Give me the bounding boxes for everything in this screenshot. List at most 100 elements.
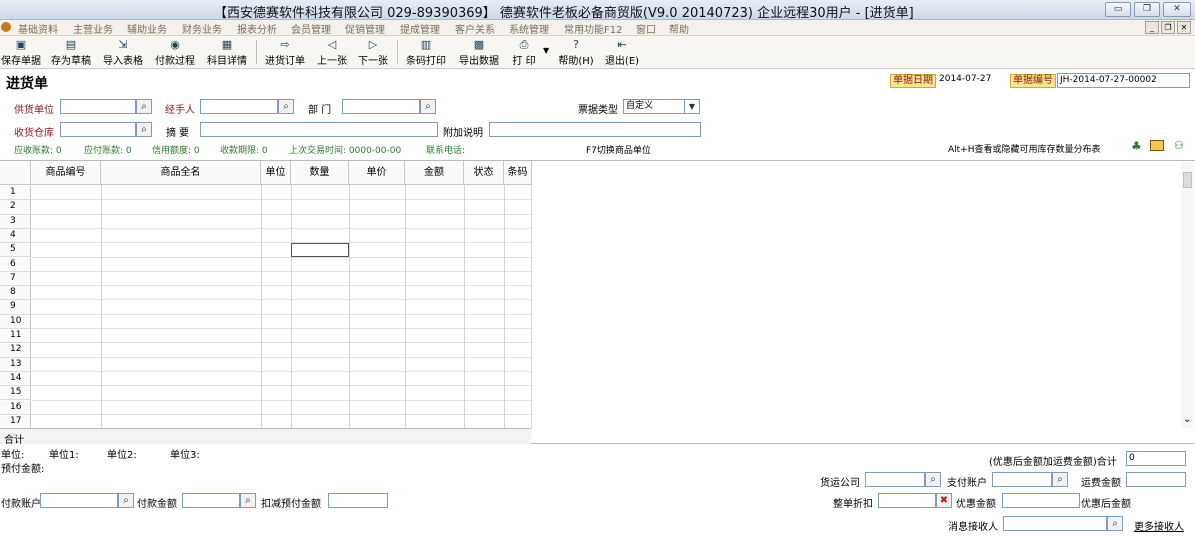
payment-process-button[interactable]: ◉ 付款过程 xyxy=(152,37,198,68)
minimize-button[interactable]: ▭ xyxy=(1105,2,1131,17)
bill-no-label: 单据编号 xyxy=(1010,74,1056,88)
row-number[interactable]: 13 xyxy=(0,357,31,372)
menu-finance[interactable]: 财务业务 xyxy=(182,21,222,36)
purchase-order-button[interactable]: ⇨ 进货订单 xyxy=(262,37,308,68)
row-number[interactable]: 17 xyxy=(0,414,31,430)
menu-aux-business[interactable]: 辅助业务 xyxy=(127,21,167,36)
next-button[interactable]: ▷ 下一张 xyxy=(355,37,391,68)
dept-label: 部 门 xyxy=(308,105,332,116)
vertical-scrollbar[interactable]: ⌄ xyxy=(1181,162,1194,428)
menu-commission[interactable]: 提成管理 xyxy=(400,21,440,36)
row-number[interactable]: 4 xyxy=(0,228,31,244)
menu-window[interactable]: 窗口 xyxy=(636,21,656,36)
bill-no-field[interactable]: JH-2014-07-27-00002 xyxy=(1057,73,1190,88)
invoice-type-label: 票据类型 xyxy=(578,105,618,116)
menu-members[interactable]: 会员管理 xyxy=(291,21,331,36)
payment-amount-input[interactable] xyxy=(182,493,240,508)
summary-input[interactable] xyxy=(200,122,438,137)
close-button[interactable]: ✕ xyxy=(1163,2,1191,17)
active-cell-quantity[interactable] xyxy=(291,243,349,257)
col-unit-price[interactable]: 单价 xyxy=(349,161,405,185)
more-receivers-link[interactable]: 更多接收人 xyxy=(1134,518,1184,533)
menu-main-business[interactable]: 主营业务 xyxy=(73,21,113,36)
mdi-close-button[interactable]: ✕ xyxy=(1177,21,1191,34)
dept-input[interactable] xyxy=(342,99,420,114)
row-number[interactable]: 15 xyxy=(0,386,31,401)
tree-icon[interactable]: ♣ xyxy=(1131,139,1142,153)
mdi-restore-button[interactable]: ❐ xyxy=(1161,21,1175,34)
warehouse-search-icon[interactable]: ⌕ xyxy=(136,122,152,137)
row-number[interactable]: 3 xyxy=(0,214,31,229)
payment-amount-search-icon[interactable]: ⌕ xyxy=(240,493,256,508)
menu-common-functions[interactable]: 常用功能F12 xyxy=(564,21,622,36)
goods-grid[interactable]: 商品编号 商品全名 单位 数量 单价 金额 状态 条码 1 2 3 4 5 6 7 8 9 10 1… xyxy=(0,160,1195,446)
deduct-prepaid-input[interactable] xyxy=(328,493,388,508)
warehouse-input[interactable] xyxy=(60,122,136,137)
row-number[interactable]: 16 xyxy=(0,400,31,415)
scroll-thumb[interactable] xyxy=(1183,172,1192,188)
msg-receiver-input[interactable] xyxy=(1003,516,1107,531)
col-unit[interactable]: 单位 xyxy=(261,161,291,185)
discount-amount-input[interactable] xyxy=(1002,493,1080,508)
exit-button[interactable]: ⇤ 退出(E) xyxy=(602,37,642,68)
shipping-company-input[interactable] xyxy=(865,472,925,487)
handler-search-icon[interactable]: ⌕ xyxy=(278,99,294,114)
export-data-button[interactable]: ▩ 导出数据 xyxy=(456,37,502,68)
discount-total-field[interactable]: 0 xyxy=(1126,451,1186,466)
row-number[interactable]: 9 xyxy=(0,300,31,315)
row-number[interactable]: 1 xyxy=(0,186,31,201)
menu-system[interactable]: 系统管理 xyxy=(509,21,549,36)
chevron-down-icon[interactable]: ▼ xyxy=(684,99,700,114)
col-goods-code[interactable]: 商品编号 xyxy=(31,161,101,185)
shipping-search-icon[interactable]: ⌕ xyxy=(925,472,941,487)
row-number[interactable]: 6 xyxy=(0,257,31,272)
menu-reports[interactable]: 报表分析 xyxy=(237,21,277,36)
people-icon[interactable]: ⚇ xyxy=(1174,139,1184,152)
freight-input[interactable] xyxy=(1126,472,1186,487)
print-button[interactable]: ⎙ 打 印 xyxy=(508,37,540,68)
menu-customer[interactable]: 客户关系 xyxy=(455,21,495,36)
mdi-minimize-button[interactable]: _ xyxy=(1145,21,1159,34)
pay-account-search-icon[interactable]: ⌕ xyxy=(1052,472,1068,487)
pay-account-input[interactable] xyxy=(992,472,1052,487)
help-button[interactable]: ? 帮助(H) xyxy=(556,37,596,68)
restore-button[interactable]: ❐ xyxy=(1134,2,1160,17)
previous-button[interactable]: ◁ 上一张 xyxy=(314,37,350,68)
invoice-type-select[interactable]: 自定义 xyxy=(623,99,685,114)
row-number[interactable]: 14 xyxy=(0,371,31,387)
dept-search-icon[interactable]: ⌕ xyxy=(420,99,436,114)
msg-receiver-search-icon[interactable]: ⌕ xyxy=(1107,516,1123,531)
save-draft-button[interactable]: ▤ 存为草稿 xyxy=(48,37,94,68)
payment-account-search-icon[interactable]: ⌕ xyxy=(118,493,134,508)
save-button[interactable]: ▣ 保存单据 xyxy=(0,37,42,68)
supplier-search-icon[interactable]: ⌕ xyxy=(136,99,152,114)
row-number[interactable]: 12 xyxy=(0,343,31,358)
scroll-down-icon[interactable]: ⌄ xyxy=(1183,414,1191,425)
row-number[interactable]: 2 xyxy=(0,200,31,215)
row-number[interactable]: 7 xyxy=(0,271,31,287)
row-number[interactable]: 11 xyxy=(0,329,31,344)
account-detail-button[interactable]: ▦ 科目详情 xyxy=(204,37,250,68)
import-table-button[interactable]: ⇲ 导入表格 xyxy=(100,37,146,68)
col-quantity[interactable]: 数量 xyxy=(291,161,349,185)
col-amount[interactable]: 金额 xyxy=(405,161,464,185)
note-input[interactable] xyxy=(489,122,701,137)
menu-promotion[interactable]: 促销管理 xyxy=(345,21,385,36)
menu-help[interactable]: 帮助 xyxy=(669,21,689,36)
row-number[interactable]: 10 xyxy=(0,314,31,329)
col-status[interactable]: 状态 xyxy=(464,161,504,185)
handler-input[interactable] xyxy=(200,99,278,114)
row-number[interactable]: 8 xyxy=(0,286,31,301)
clear-icon[interactable]: ✖ xyxy=(936,493,952,508)
col-barcode[interactable]: 条码 xyxy=(504,161,532,185)
supplier-input[interactable] xyxy=(60,99,136,114)
payment-account-input[interactable] xyxy=(40,493,118,508)
barcode-print-button[interactable]: ▥ 条码打印 xyxy=(403,37,449,68)
print-dropdown-icon[interactable]: ▼ xyxy=(543,46,549,55)
date-field[interactable]: 2014-07-27 xyxy=(937,73,1007,88)
row-number[interactable]: 5 xyxy=(0,243,31,258)
menu-basic-data[interactable]: 基础资料 xyxy=(18,21,58,36)
col-goods-name[interactable]: 商品全名 xyxy=(101,161,261,185)
whole-discount-input[interactable] xyxy=(878,493,936,508)
table-icon[interactable] xyxy=(1150,140,1164,151)
